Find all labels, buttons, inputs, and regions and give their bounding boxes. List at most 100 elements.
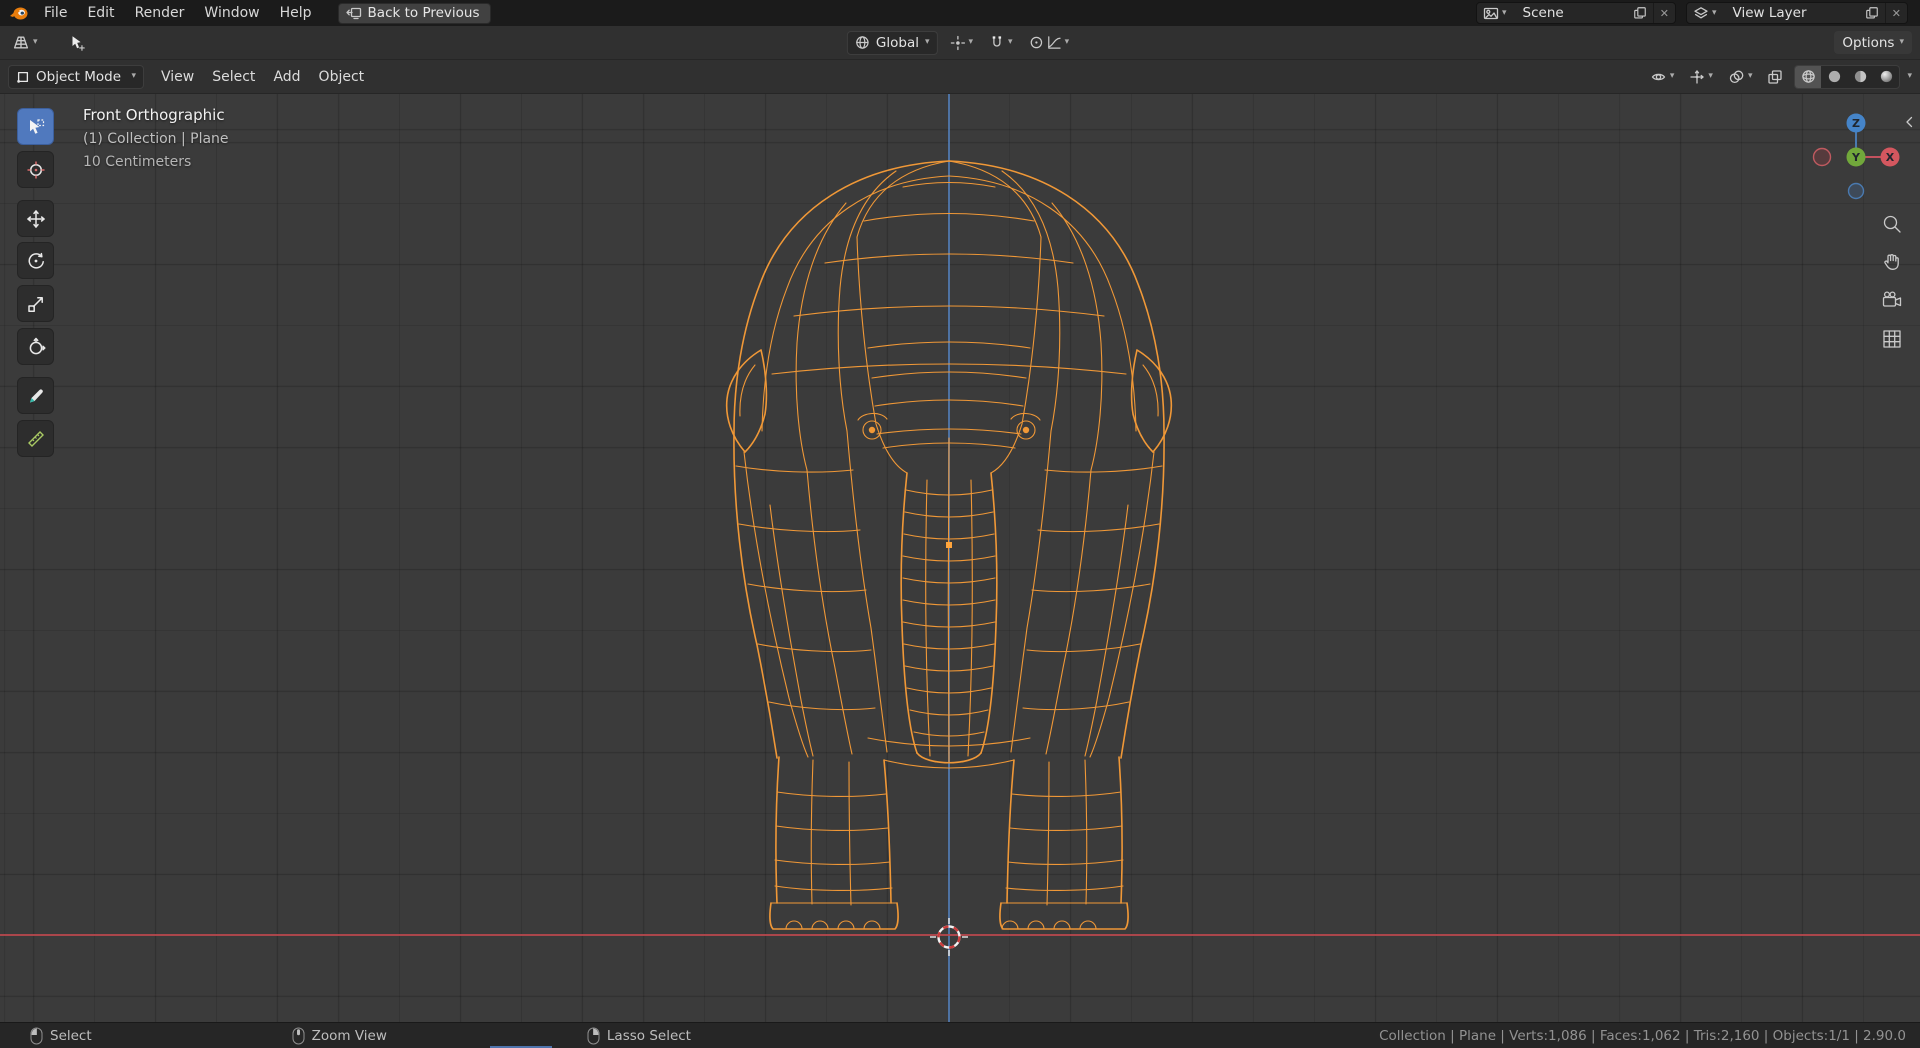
toggle-orthographic-button[interactable]: [1880, 327, 1904, 351]
mouse-left-click-icon: [30, 1027, 43, 1044]
camera-icon: [1882, 291, 1902, 307]
zoom-view-button[interactable]: [1880, 212, 1904, 236]
status-bar: Select Zoom View Lasso Select Collection…: [0, 1022, 1920, 1048]
unlink-scene-button[interactable]: ✕: [1652, 3, 1675, 23]
transform-orientation-dropdown[interactable]: Global ▾: [846, 30, 938, 55]
editor-type-selector[interactable]: ▾: [8, 31, 42, 55]
sidebar-toggle[interactable]: [1902, 114, 1916, 130]
duplicate-icon: [1633, 7, 1646, 19]
blender-window: File Edit Render Window Help Back to Pre…: [0, 0, 1920, 1048]
chevron-down-icon: ▾: [33, 37, 38, 47]
rendered-sphere-icon: [1880, 70, 1893, 83]
browse-scene-button[interactable]: ▾: [1477, 3, 1513, 23]
menu-select[interactable]: Select: [203, 65, 264, 89]
tool-measure[interactable]: [17, 420, 54, 457]
mode-label: Object Mode: [36, 68, 122, 85]
snapping-controls[interactable]: ▾: [985, 31, 1017, 55]
menu-render[interactable]: Render: [125, 0, 195, 26]
mode-dropdown[interactable]: Object Mode ▾: [8, 64, 144, 89]
gizmo-axis-z[interactable]: Z: [1846, 113, 1866, 133]
gizmo-axis-negative-x[interactable]: [1812, 147, 1832, 167]
cursor-3d-icon: [27, 161, 44, 178]
browse-view-layer-button[interactable]: ▾: [1687, 3, 1723, 23]
editor-3d-viewport-icon: [13, 36, 29, 49]
object-visibility-dropdown[interactable]: ▾: [1646, 65, 1679, 89]
proportional-edit-icon: [1030, 36, 1042, 49]
viewport-header-row-2: Object Mode ▾ View Select Add Object ▾ ▾…: [0, 60, 1920, 94]
viewport-overlay-text: Front Orthographic (1) Collection | Plan…: [83, 106, 229, 170]
tool-cursor[interactable]: [17, 151, 54, 188]
tool-annotate[interactable]: [17, 377, 54, 414]
overlays-icon: [1729, 70, 1744, 83]
duplicate-icon: [1865, 7, 1878, 19]
hint-zoom-view-label: Zoom View: [311, 1027, 387, 1044]
scale-icon: [27, 296, 43, 312]
proportional-editing-controls[interactable]: ▾: [1025, 31, 1074, 55]
view-layer-name-field[interactable]: View Layer: [1723, 5, 1859, 21]
menu-add[interactable]: Add: [264, 65, 309, 89]
back-to-previous-button[interactable]: Back to Previous: [337, 2, 491, 24]
blender-logo-icon[interactable]: [8, 3, 30, 23]
measure-ruler-icon: [27, 430, 44, 447]
close-icon: ✕: [1659, 6, 1669, 20]
menu-view[interactable]: View: [152, 65, 203, 89]
xray-toggle-button[interactable]: [1763, 65, 1787, 89]
magnet-icon: [992, 35, 1002, 47]
falloff-curve-icon: [1047, 36, 1061, 49]
chevron-down-icon[interactable]: ▾: [1907, 72, 1912, 81]
gizmo-axis-y[interactable]: Y: [1846, 147, 1866, 167]
menu-object[interactable]: Object: [310, 65, 374, 89]
viewport-header-row-1: ▾ Global ▾ ▾ ▾ ▾ Options ▾: [0, 26, 1920, 60]
header-center-controls: Global ▾ ▾ ▾ ▾: [846, 30, 1074, 55]
tool-rotate[interactable]: [17, 242, 54, 279]
menu-help[interactable]: Help: [270, 0, 322, 26]
navigation-gizmo[interactable]: Z X Y: [1810, 111, 1902, 203]
chevron-down-icon: ▾: [1899, 37, 1904, 47]
scene-name-field[interactable]: Scene: [1513, 5, 1627, 21]
hand-icon: [1884, 254, 1899, 270]
tool-transform[interactable]: [17, 328, 54, 365]
pivot-point-dropdown[interactable]: ▾: [946, 31, 978, 55]
menu-file[interactable]: File: [34, 0, 77, 26]
tool-scale[interactable]: [17, 285, 54, 322]
menu-window[interactable]: Window: [194, 0, 269, 26]
view-layer-selector: ▾ View Layer ✕: [1686, 2, 1908, 24]
gizmo-axis-negative-z[interactable]: [1847, 182, 1865, 200]
elephant-wireframe-model[interactable]: [0, 94, 1920, 1022]
active-tool-indicator[interactable]: [64, 31, 90, 55]
chevron-down-icon: ▾: [968, 37, 974, 47]
viewport-3d[interactable]: Front Orthographic (1) Collection | Plan…: [0, 94, 1920, 1022]
overlays-dropdown[interactable]: ▾: [1724, 65, 1757, 89]
remove-view-layer-button[interactable]: ✕: [1884, 3, 1907, 23]
gizmo-axis-x[interactable]: X: [1880, 147, 1900, 167]
gizmos-dropdown[interactable]: ▾: [1685, 65, 1717, 89]
menu-edit[interactable]: Edit: [77, 0, 124, 26]
options-button[interactable]: Options ▾: [1834, 31, 1912, 54]
pan-view-button[interactable]: [1880, 249, 1904, 273]
scene-statistics: Collection | Plane | Verts:1,086 | Faces…: [1379, 1027, 1906, 1044]
chevron-down-icon: ▾: [1669, 71, 1675, 81]
chevron-down-icon: ▾: [1708, 71, 1713, 81]
new-view-layer-button[interactable]: [1859, 3, 1885, 23]
camera-view-button[interactable]: [1880, 288, 1904, 312]
grid-icon: [1883, 330, 1901, 348]
chevron-down-icon: ▾: [1502, 7, 1507, 18]
context-label: (1) Collection | Plane: [83, 131, 229, 147]
pivot-point-icon: [950, 35, 965, 50]
cursor-3d[interactable]: [930, 918, 968, 956]
rotate-icon: [28, 252, 44, 269]
chevron-down-icon: ▾: [924, 37, 930, 47]
tool-select-box[interactable]: [17, 108, 54, 145]
solid-sphere-icon: [1828, 70, 1841, 83]
shading-solid-button[interactable]: [1821, 66, 1847, 88]
annotate-pen-icon: [29, 388, 43, 402]
new-scene-button[interactable]: [1627, 3, 1653, 23]
chevron-left-icon: [1906, 116, 1913, 128]
tool-move[interactable]: [17, 200, 54, 237]
shading-rendered-button[interactable]: [1873, 66, 1899, 88]
orientation-label: Global: [875, 34, 919, 51]
hint-lasso-select-label: Lasso Select: [606, 1027, 691, 1044]
shading-wireframe-button[interactable]: [1795, 65, 1822, 88]
material-sphere-icon: [1854, 70, 1867, 83]
shading-material-button[interactable]: [1847, 66, 1873, 88]
